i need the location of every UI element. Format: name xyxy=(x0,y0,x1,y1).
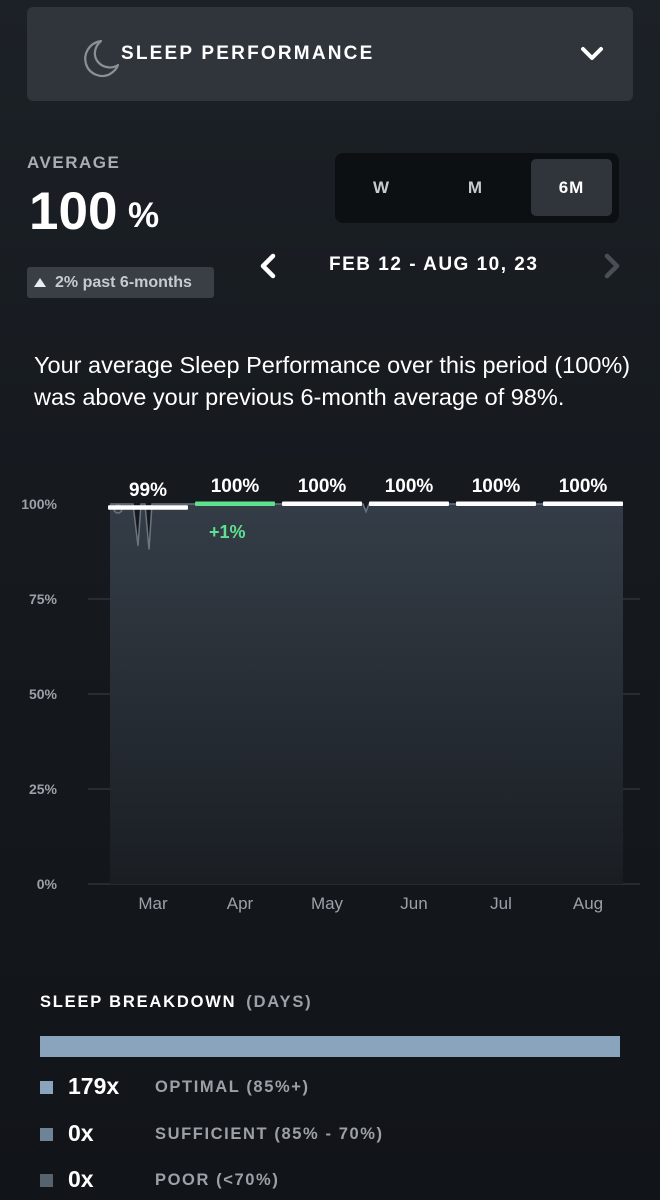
breakdown-poor: 0x POOR (<70%) xyxy=(40,1163,640,1197)
monthly-average-label: 100% xyxy=(298,476,347,497)
monthly-average-bar xyxy=(369,501,449,506)
range-selector: W M 6M xyxy=(335,153,619,223)
chevron-left-icon[interactable] xyxy=(256,252,280,280)
average-value: 100 xyxy=(29,182,118,241)
period-summary: Your average Sleep Performance over this… xyxy=(34,352,631,410)
delta-text: 2% past 6-months xyxy=(55,273,192,291)
x-tick-label: Mar xyxy=(138,894,168,913)
change-annotation: +1% xyxy=(209,522,246,542)
breakdown-optimal: 179x OPTIMAL (85%+) xyxy=(40,1070,640,1104)
optimal-count: 179x xyxy=(68,1073,120,1099)
monthly-average-label: 100% xyxy=(211,476,260,497)
sufficient-color-swatch xyxy=(40,1128,53,1141)
moon-icon xyxy=(84,39,120,78)
metric-title: SLEEP PERFORMANCE xyxy=(121,43,375,64)
average-unit: % xyxy=(128,196,160,235)
breakdown-title: SLEEP BREAKDOWN (DAYS) xyxy=(40,993,312,1012)
sufficient-count: 0x xyxy=(68,1120,94,1146)
y-tick-label: 75% xyxy=(29,591,58,607)
delta-badge: 2% past 6-months xyxy=(27,267,214,298)
triangle-up-icon xyxy=(34,278,46,287)
metric-selector[interactable]: SLEEP PERFORMANCE xyxy=(27,7,633,101)
monthly-average-bar xyxy=(282,501,362,506)
poor-count: 0x xyxy=(68,1166,94,1192)
breakdown-bar xyxy=(40,1036,620,1057)
y-tick-label: 25% xyxy=(29,781,58,797)
breakdown-unit: (DAYS) xyxy=(246,993,313,1011)
sleep-performance-area xyxy=(110,504,623,884)
poor-label: POOR (<70%) xyxy=(155,1171,280,1189)
monthly-average-bar xyxy=(195,501,275,506)
monthly-average-label: 100% xyxy=(559,476,608,497)
breakdown-title-text: SLEEP BREAKDOWN xyxy=(40,993,237,1011)
monthly-average-label: 99% xyxy=(129,480,167,501)
y-tick-label: 0% xyxy=(37,876,58,892)
chevron-right-icon[interactable] xyxy=(600,252,624,280)
sleep-performance-chart: 100% 75% 50% 25% 0% 99% Mar 100% Apr +1% 100% May 10… xyxy=(21,476,640,913)
optimal-label: OPTIMAL (85%+) xyxy=(155,1078,310,1096)
monthly-average-label: 100% xyxy=(385,476,434,497)
average-label: AVERAGE xyxy=(27,153,121,172)
x-tick-label: May xyxy=(311,894,344,913)
monthly-average-label: 100% xyxy=(472,476,521,497)
x-tick-label: Jun xyxy=(400,894,427,913)
breakdown-sufficient: 0x SUFFICIENT (85% - 70%) xyxy=(40,1117,640,1151)
chevron-down-icon[interactable] xyxy=(579,43,605,63)
optimal-color-swatch xyxy=(40,1081,53,1094)
sufficient-label: SUFFICIENT (85% - 70%) xyxy=(155,1125,384,1143)
tab-6-months[interactable]: 6M xyxy=(531,159,612,216)
x-tick-label: Apr xyxy=(227,894,254,913)
date-range: FEB 12 - AUG 10, 23 xyxy=(329,254,539,275)
monthly-average-bar xyxy=(108,505,188,510)
tab-week[interactable]: W xyxy=(341,159,422,216)
monthly-average-bar xyxy=(456,501,536,506)
tab-month[interactable]: M xyxy=(435,159,516,216)
chart-area xyxy=(110,503,623,884)
x-tick-label: Aug xyxy=(573,894,603,913)
x-tick-label: Jul xyxy=(490,894,512,913)
y-tick-label: 50% xyxy=(29,686,58,702)
poor-color-swatch xyxy=(40,1174,53,1187)
y-tick-label: 100% xyxy=(21,496,57,512)
monthly-average-bar xyxy=(543,501,623,506)
